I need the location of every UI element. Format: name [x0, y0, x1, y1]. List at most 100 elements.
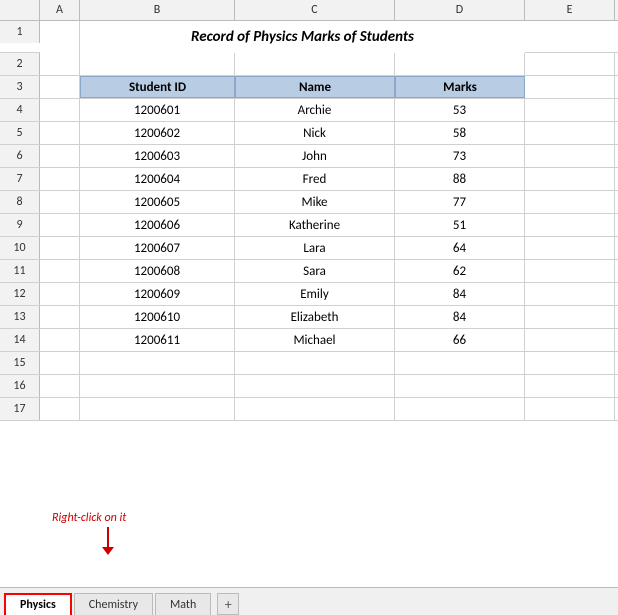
- cell-d5[interactable]: 58: [395, 122, 525, 144]
- cell-a8[interactable]: [40, 191, 80, 213]
- cell-a17[interactable]: [40, 398, 80, 420]
- cell-c2[interactable]: [235, 53, 395, 75]
- row-header-2: 2: [0, 53, 40, 75]
- cell-d3-header[interactable]: Marks: [395, 76, 525, 98]
- cell-a5[interactable]: [40, 122, 80, 144]
- arrow-head: [102, 547, 114, 555]
- cell-b6[interactable]: 1200603: [80, 145, 235, 167]
- cell-a6[interactable]: [40, 145, 80, 167]
- cell-d12[interactable]: 84: [395, 283, 525, 305]
- cell-c5[interactable]: Nick: [235, 122, 395, 144]
- cell-e11[interactable]: [525, 260, 615, 282]
- tab-chemistry[interactable]: Chemistry: [74, 593, 153, 615]
- table-row: 8 1200605 Mike 77: [0, 191, 618, 214]
- cell-d2[interactable]: [395, 53, 525, 75]
- cell-e7[interactable]: [525, 168, 615, 190]
- cell-d11[interactable]: 62: [395, 260, 525, 282]
- cell-a16[interactable]: [40, 375, 80, 397]
- cell-e17[interactable]: [525, 398, 615, 420]
- cell-d14[interactable]: 66: [395, 329, 525, 351]
- cell-a7[interactable]: [40, 168, 80, 190]
- cell-c17[interactable]: [235, 398, 395, 420]
- cell-c3-header[interactable]: Name: [235, 76, 395, 98]
- cell-c14[interactable]: Michael: [235, 329, 395, 351]
- add-sheet-button[interactable]: +: [217, 593, 239, 615]
- cell-c11[interactable]: Sara: [235, 260, 395, 282]
- cell-e14[interactable]: [525, 329, 615, 351]
- row-header-11: 11: [0, 260, 40, 282]
- tab-physics[interactable]: Physics: [4, 593, 72, 615]
- cell-e13[interactable]: [525, 306, 615, 328]
- cell-d17[interactable]: [395, 398, 525, 420]
- table-row: 11 1200608 Sara 62: [0, 260, 618, 283]
- table-row: 4 1200601 Archie 53: [0, 99, 618, 122]
- cell-c6[interactable]: John: [235, 145, 395, 167]
- cell-d10[interactable]: 64: [395, 237, 525, 259]
- cell-a9[interactable]: [40, 214, 80, 236]
- cell-e9[interactable]: [525, 214, 615, 236]
- cell-d4[interactable]: 53: [395, 99, 525, 121]
- cell-e16[interactable]: [525, 375, 615, 397]
- cell-e10[interactable]: [525, 237, 615, 259]
- cell-a2[interactable]: [40, 53, 80, 75]
- cell-b1[interactable]: Record of Physics Marks of Students: [80, 21, 525, 53]
- cell-d13[interactable]: 84: [395, 306, 525, 328]
- cell-b16[interactable]: [80, 375, 235, 397]
- cell-b9[interactable]: 1200606: [80, 214, 235, 236]
- cell-b14[interactable]: 1200611: [80, 329, 235, 351]
- cell-e4[interactable]: [525, 99, 615, 121]
- cell-b4[interactable]: 1200601: [80, 99, 235, 121]
- annotation-arrow: [102, 527, 114, 555]
- cell-b11[interactable]: 1200608: [80, 260, 235, 282]
- cell-b12[interactable]: 1200609: [80, 283, 235, 305]
- table-row: 10 1200607 Lara 64: [0, 237, 618, 260]
- cell-e12[interactable]: [525, 283, 615, 305]
- cell-a11[interactable]: [40, 260, 80, 282]
- cell-e5[interactable]: [525, 122, 615, 144]
- cell-e15[interactable]: [525, 352, 615, 374]
- cell-e8[interactable]: [525, 191, 615, 213]
- cell-c13[interactable]: Elizabeth: [235, 306, 395, 328]
- cell-b3-header[interactable]: Student ID: [80, 76, 235, 98]
- cell-d16[interactable]: [395, 375, 525, 397]
- cell-a10[interactable]: [40, 237, 80, 259]
- row-header-10: 10: [0, 237, 40, 259]
- cell-c8[interactable]: Mike: [235, 191, 395, 213]
- cell-b17[interactable]: [80, 398, 235, 420]
- cell-c12[interactable]: Emily: [235, 283, 395, 305]
- cell-b2[interactable]: [80, 53, 235, 75]
- table-row: 15: [0, 352, 618, 375]
- cell-a3[interactable]: [40, 76, 80, 98]
- cell-b7[interactable]: 1200604: [80, 168, 235, 190]
- cell-b10[interactable]: 1200607: [80, 237, 235, 259]
- cell-a4[interactable]: [40, 99, 80, 121]
- cell-c15[interactable]: [235, 352, 395, 374]
- cell-a12[interactable]: [40, 283, 80, 305]
- cell-d15[interactable]: [395, 352, 525, 374]
- cell-c7[interactable]: Fred: [235, 168, 395, 190]
- cell-e3[interactable]: [525, 76, 615, 98]
- row-header-6: 6: [0, 145, 40, 167]
- cell-e2[interactable]: [525, 53, 615, 75]
- cell-b15[interactable]: [80, 352, 235, 374]
- tab-math[interactable]: Math: [155, 593, 211, 615]
- cell-a14[interactable]: [40, 329, 80, 351]
- cell-b8[interactable]: 1200605: [80, 191, 235, 213]
- cell-a1[interactable]: [40, 21, 80, 53]
- cell-d7[interactable]: 88: [395, 168, 525, 190]
- cell-b5[interactable]: 1200602: [80, 122, 235, 144]
- cell-d8[interactable]: 77: [395, 191, 525, 213]
- col-header-b: B: [80, 0, 235, 20]
- cell-a13[interactable]: [40, 306, 80, 328]
- cell-c16[interactable]: [235, 375, 395, 397]
- cell-a15[interactable]: [40, 352, 80, 374]
- cell-d6[interactable]: 73: [395, 145, 525, 167]
- row-header-16: 16: [0, 375, 40, 397]
- cell-c9[interactable]: Katherine: [235, 214, 395, 236]
- table-row: 7 1200604 Fred 88: [0, 168, 618, 191]
- cell-b13[interactable]: 1200610: [80, 306, 235, 328]
- cell-c4[interactable]: Archie: [235, 99, 395, 121]
- cell-e6[interactable]: [525, 145, 615, 167]
- cell-d9[interactable]: 51: [395, 214, 525, 236]
- cell-c10[interactable]: Lara: [235, 237, 395, 259]
